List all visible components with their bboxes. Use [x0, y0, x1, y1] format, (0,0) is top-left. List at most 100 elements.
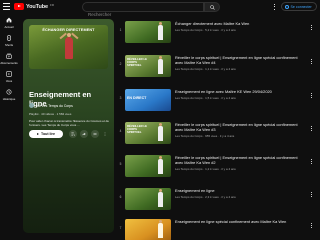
thumbnail-figure	[158, 220, 163, 238]
video-more-icon[interactable]	[310, 222, 313, 229]
video-title[interactable]: Échanger directement avec Maître Ka Wen	[175, 21, 305, 27]
thumbnail-figure	[158, 56, 163, 74]
video-more-icon[interactable]	[310, 158, 313, 165]
rail-item-home[interactable]: Accueil	[0, 14, 18, 32]
save-playlist-button[interactable]	[69, 130, 77, 138]
thumbnail-figure	[158, 189, 163, 207]
thumbnail-figure	[158, 156, 163, 174]
figure-person	[65, 33, 73, 59]
playlist-thumbnail[interactable]: ÉCHANGER DIRECTEMENT	[29, 25, 108, 69]
video-index: 5	[119, 162, 122, 166]
video-index: 6	[119, 195, 122, 199]
thumbnail-figure	[158, 123, 163, 141]
video-meta: Les Temps du Corps · 1,5 k vues · il y a…	[175, 96, 236, 100]
search-button[interactable]	[204, 2, 220, 12]
video-title[interactable]: Enseignement en ligne	[175, 188, 305, 194]
video-row[interactable]: 5 Réveiller le corps spirituel | Enseign…	[118, 153, 318, 177]
playlist-header-card: ÉCHANGER DIRECTEMENT Enseignement en lig…	[23, 19, 114, 233]
search-input[interactable]	[83, 10, 203, 19]
signin-button[interactable]: Se connecter	[281, 2, 317, 11]
youtube-play-icon	[14, 3, 24, 10]
playlist-description[interactable]: Pour aider chacun à transmettre l'Essenc…	[29, 119, 109, 128]
video-more-icon[interactable]	[310, 24, 313, 31]
video-more-icon[interactable]	[310, 191, 313, 198]
video-thumbnail[interactable]	[125, 188, 171, 210]
video-meta: Les Temps du Corps · 955 vues · il y a 4…	[175, 134, 235, 138]
thumbnail-text: RÉVEILLER LE CORPS SPIRITUEL	[127, 124, 148, 135]
figure-arm-right	[71, 32, 79, 39]
video-row[interactable]: 2 RÉVEILLER LE CORPS SPIRITUEL Réveiller…	[118, 53, 318, 77]
rail-item-you[interactable]: Vous	[0, 68, 18, 86]
video-meta: Les Temps du Corps · 1,1 k vues · il y a…	[175, 67, 236, 71]
video-more-icon[interactable]	[310, 92, 313, 99]
youtube-logo[interactable]: YouTube FR	[14, 3, 54, 10]
thumbnail-caption: ÉCHANGER DIRECTEMENT	[42, 28, 95, 32]
video-row[interactable]: 1 Échanger directement avec Maître Ka We…	[118, 19, 318, 43]
more-options-icon[interactable]	[272, 3, 276, 11]
search-icon	[209, 4, 215, 10]
rail-label: Accueil	[4, 24, 14, 29]
video-more-icon[interactable]	[310, 125, 313, 132]
video-thumbnail[interactable]: RÉVEILLER LE CORPS SPIRITUEL	[125, 55, 171, 77]
shuffle-button[interactable]	[91, 130, 99, 138]
channel-name: par Les Temps du Corps	[36, 103, 73, 108]
home-icon	[6, 17, 12, 23]
video-index: 2	[119, 62, 122, 66]
shuffle-icon	[93, 133, 97, 135]
channel-avatar	[29, 103, 34, 108]
play-all-label: Tout lire	[41, 132, 55, 136]
rail-label: Shorts	[4, 42, 14, 47]
rail-item-shorts[interactable]: Shorts	[0, 32, 18, 50]
share-button[interactable]	[80, 130, 88, 138]
thumbnail-figure	[158, 22, 163, 40]
rail-label: Abonnements	[0, 60, 18, 65]
search-box[interactable]	[82, 2, 204, 19]
share-icon	[82, 132, 86, 136]
video-thumbnail[interactable]: RÉVEILLER LE CORPS SPIRITUEL	[125, 122, 171, 144]
video-title[interactable]: Enseignement en ligne avec Maître KE Wen…	[175, 89, 305, 95]
video-row[interactable]: 6 Enseignement en ligne Les Temps du Cor…	[118, 186, 318, 210]
play-icon	[37, 133, 40, 135]
video-meta: Les Temps du Corps · 1,2 k vues · il y a…	[175, 167, 236, 171]
country-code: FR	[50, 2, 55, 7]
playlist-more-button[interactable]	[102, 130, 108, 138]
shorts-icon	[7, 35, 11, 41]
logo-text: YouTube	[26, 3, 49, 10]
rail-label: Vous	[5, 78, 13, 83]
video-index: 7	[119, 226, 122, 230]
video-thumbnail[interactable]: EN DIRECT	[125, 89, 171, 111]
video-more-icon[interactable]	[310, 58, 313, 65]
add-to-library-icon	[71, 132, 75, 136]
history-icon	[6, 89, 12, 95]
account-icon	[285, 4, 289, 9]
thumbnail-text: RÉVEILLER LE CORPS SPIRITUEL	[127, 57, 148, 68]
video-thumbnail[interactable]	[125, 155, 171, 177]
top-bar: YouTube FR Se connecter	[0, 0, 320, 19]
rail-label: Historique	[2, 96, 16, 101]
video-meta: Les Temps du Corps · 5,2 k vues · il y a…	[175, 28, 236, 32]
video-title[interactable]: Enseignement en ligne spécial confinemen…	[175, 219, 305, 225]
rail-item-subscriptions[interactable]: Abonnements	[0, 50, 18, 68]
you-icon	[6, 71, 12, 77]
video-index: 3	[119, 96, 122, 100]
thumbnail-text: EN DIRECT	[127, 96, 147, 100]
video-row[interactable]: 4 RÉVEILLER LE CORPS SPIRITUEL Réveiller…	[118, 120, 318, 144]
video-thumbnail[interactable]	[125, 21, 171, 43]
video-row[interactable]: 3 EN DIRECT Enseignement en ligne avec M…	[118, 87, 318, 111]
signin-label: Se connecter	[290, 4, 312, 9]
video-title[interactable]: Réveiller le corps spirituel | Enseignem…	[175, 122, 305, 133]
video-title[interactable]: Réveiller le corps spirituel | Enseignem…	[175, 55, 305, 66]
rail-item-history[interactable]: Historique	[0, 86, 18, 104]
guide-rail: Accueil Shorts Abonnements Vous Historiq…	[0, 14, 18, 104]
video-title[interactable]: Réveiller le corps spirituel | Enseignem…	[175, 155, 305, 166]
subscriptions-icon	[6, 53, 12, 59]
video-row[interactable]: 7 Enseignement en ligne spécial confinem…	[118, 217, 318, 240]
playlist-channel[interactable]: par Les Temps du Corps	[29, 103, 73, 108]
menu-icon[interactable]	[3, 3, 10, 10]
video-thumbnail[interactable]	[125, 219, 171, 240]
playlist-meta: Playlist · 40 vidéos · 1 584 vues	[29, 112, 72, 116]
video-index: 1	[119, 28, 122, 32]
more-vert-icon	[104, 132, 106, 136]
video-index: 4	[119, 129, 122, 133]
play-all-button[interactable]: Tout lire	[29, 130, 63, 138]
